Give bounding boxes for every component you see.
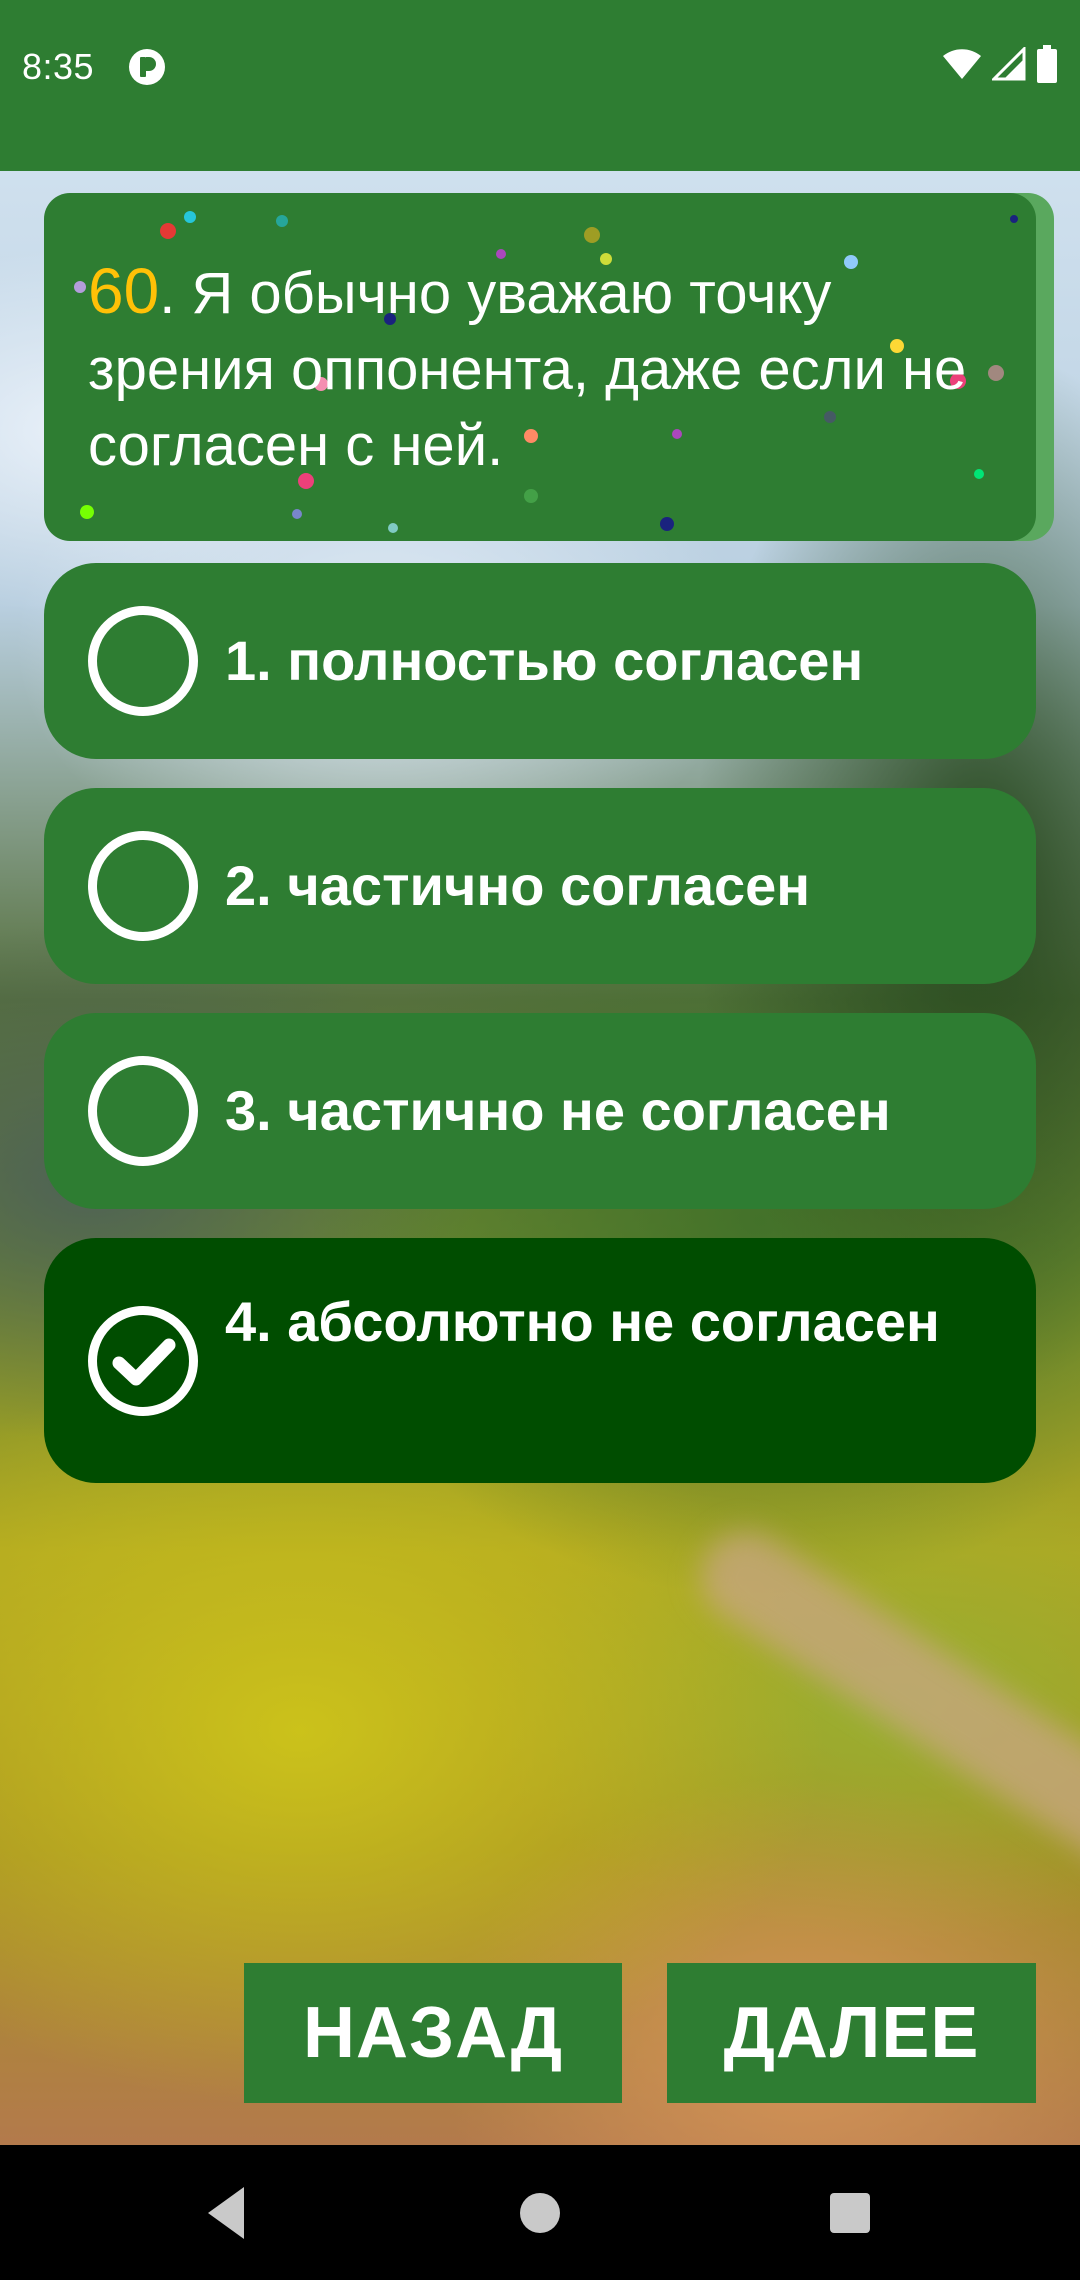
option-label: 2. частично согласен — [225, 854, 811, 917]
status-icons — [942, 44, 1058, 88]
question-body: . Я обычно уважаю точку зрения оппонента… — [88, 261, 967, 478]
confetti-dot — [74, 281, 86, 293]
option-label: 1. полностью согласен — [225, 629, 864, 692]
wifi-icon — [942, 47, 982, 86]
option-2[interactable]: 2. частично согласен — [44, 788, 1036, 984]
option-4[interactable]: 4. абсолютно не согласен — [44, 1238, 1036, 1483]
battery-icon — [1036, 44, 1058, 88]
radio-unchecked-icon[interactable] — [88, 831, 198, 941]
option-label: 4. абсолютно не согласен — [225, 1290, 940, 1353]
question-text: 60. Я обычно уважаю точку зрения оппонен… — [88, 253, 1008, 484]
signal-icon — [990, 44, 1026, 86]
recents-square-icon[interactable] — [828, 2183, 872, 2248]
home-circle-icon[interactable] — [518, 2183, 562, 2248]
confetti-dot — [524, 489, 538, 503]
next-button[interactable]: ДАЛЕЕ — [667, 1963, 1036, 2103]
status-bar: 8:35 — [0, 0, 1080, 171]
radio-checked-icon[interactable] — [88, 1306, 198, 1416]
confetti-dot — [660, 517, 674, 531]
system-nav-bar — [0, 2145, 1080, 2280]
radio-unchecked-icon[interactable] — [88, 606, 198, 716]
back-triangle-icon[interactable] — [204, 2183, 248, 2248]
confetti-dot — [80, 505, 94, 519]
background-path — [683, 1514, 1080, 1918]
confetti-dot — [388, 523, 398, 533]
confetti-dot — [584, 227, 600, 243]
confetti-dot — [1010, 215, 1018, 223]
confetti-dot — [160, 223, 176, 239]
confetti-dot — [184, 211, 196, 223]
option-3[interactable]: 3. частично не согласен — [44, 1013, 1036, 1209]
check-icon — [112, 1338, 176, 1386]
question-card: 60. Я обычно уважаю точку зрения оппонен… — [44, 193, 1036, 541]
question-number: 60 — [88, 255, 160, 327]
circle-p-icon — [128, 48, 166, 86]
confetti-dot — [292, 509, 302, 519]
radio-unchecked-icon[interactable] — [88, 1056, 198, 1166]
confetti-dot — [276, 215, 288, 227]
back-button[interactable]: НАЗАД — [244, 1963, 622, 2103]
option-1[interactable]: 1. полностью согласен — [44, 563, 1036, 759]
status-time: 8:35 — [22, 46, 95, 87]
option-label: 3. частично не согласен — [225, 1079, 891, 1142]
